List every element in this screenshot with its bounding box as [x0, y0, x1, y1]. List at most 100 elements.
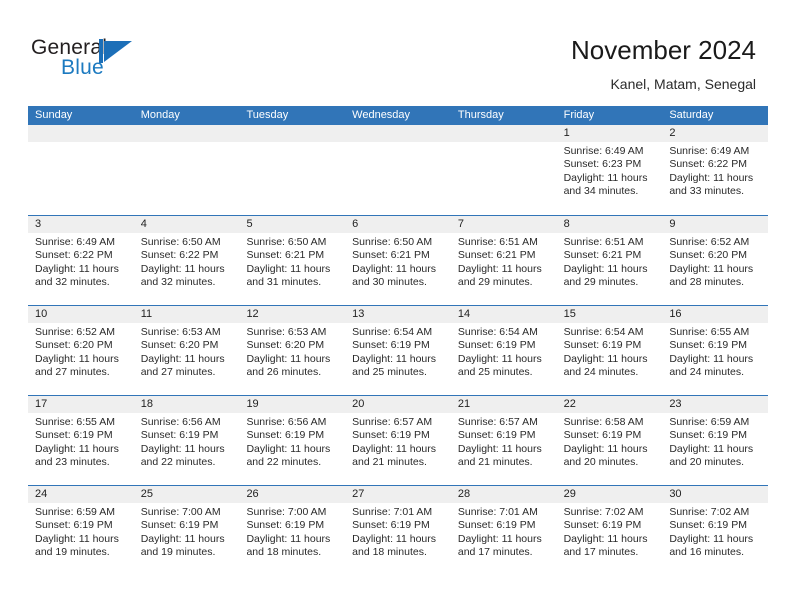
weekday-header-friday: Friday — [563, 109, 595, 121]
sunrise-text: Sunrise: 7:02 AM — [669, 506, 750, 518]
calendar-day-cell[interactable]: 16 Sunrise: 6:55 AM Sunset: 6:19 PM Dayligh… — [662, 306, 769, 395]
sunset-text: Sunset: 6:19 PM — [352, 339, 430, 352]
sunset-text: Sunset: 6:19 PM — [140, 519, 219, 532]
daylight-text-line2: and 22 minutes. — [140, 456, 216, 469]
calendar-day-cell[interactable]: 14 Sunrise: 6:54 AM Sunset: 6:19 PM Dayligh… — [450, 306, 557, 395]
calendar-day-cell[interactable]: 26 Sunrise: 7:00 AM Sunset: 6:19 PM Dayligh… — [239, 486, 346, 575]
day-number: 2 — [662, 125, 769, 142]
day-number: 6 — [345, 216, 451, 233]
sunrise-text: Sunrise: 6:51 AM — [563, 236, 644, 248]
calendar-day-cell[interactable]: 23 Sunrise: 6:59 AM Sunset: 6:19 PM Dayligh… — [662, 396, 769, 485]
daylight-text-line1: Daylight: 11 hours — [457, 262, 542, 275]
calendar-day-cell-empty — [345, 125, 451, 214]
sunrise-text: Sunrise: 6:53 AM — [246, 326, 327, 338]
daylight-text-line1: Daylight: 11 hours — [352, 442, 437, 455]
calendar-day-cell[interactable]: 13 Sunrise: 6:54 AM Sunset: 6:19 PM Dayligh… — [345, 306, 451, 395]
sunrise-text: Sunrise: 6:50 AM — [352, 236, 433, 248]
day-sun-info: Sunrise: 7:02 AM Sunset: 6:19 PM Daylight:… — [662, 503, 768, 560]
day-number: 16 — [662, 306, 769, 323]
daylight-text-line1: Daylight: 11 hours — [246, 532, 331, 545]
day-number: 13 — [345, 306, 451, 323]
daylight-text-line1: Daylight: 11 hours — [669, 532, 754, 545]
sunrise-text: Sunrise: 6:50 AM — [140, 236, 221, 248]
calendar-day-cell[interactable]: 9 Sunrise: 6:52 AM Sunset: 6:20 PM Daylight… — [662, 216, 769, 305]
day-number — [450, 125, 557, 142]
brand-logo[interactable]: General Blue — [31, 36, 161, 82]
sunrise-text: Sunrise: 6:55 AM — [35, 416, 115, 428]
calendar-day-cell[interactable]: 10 Sunrise: 6:52 AM Sunset: 6:20 PM Dayligh… — [28, 306, 134, 395]
day-sun-info: Sunrise: 6:56 AM Sunset: 6:19 PM Daylight:… — [239, 413, 345, 470]
calendar-day-cell[interactable]: 30 Sunrise: 7:02 AM Sunset: 6:19 PM Dayligh… — [662, 486, 769, 575]
daylight-text-line2: and 34 minutes. — [563, 185, 639, 198]
daylight-text-line1: Daylight: 11 hours — [35, 262, 119, 275]
daylight-text-line1: Daylight: 11 hours — [563, 171, 648, 184]
calendar-day-cell-empty — [239, 125, 346, 214]
sunrise-text: Sunrise: 6:50 AM — [246, 236, 327, 248]
daylight-text-line2: and 22 minutes. — [246, 456, 322, 469]
day-number: 23 — [662, 396, 769, 413]
sunrise-text: Sunrise: 7:01 AM — [457, 506, 538, 518]
day-number: 28 — [450, 486, 557, 503]
sunset-text: Sunset: 6:19 PM — [669, 429, 747, 442]
day-sun-info: Sunrise: 6:50 AM Sunset: 6:22 PM Daylight:… — [134, 233, 240, 290]
sunrise-text: Sunrise: 6:54 AM — [563, 326, 644, 338]
day-sun-info: Sunrise: 6:54 AM Sunset: 6:19 PM Daylight:… — [451, 323, 557, 380]
daylight-text-line1: Daylight: 11 hours — [35, 352, 119, 365]
calendar-day-cell[interactable]: 12 Sunrise: 6:53 AM Sunset: 6:20 PM Dayligh… — [239, 306, 346, 395]
calendar-day-cell-empty — [133, 125, 240, 214]
calendar-day-cell[interactable]: 15 Sunrise: 6:54 AM Sunset: 6:19 PM Dayligh… — [556, 306, 663, 395]
sunrise-text: Sunrise: 6:49 AM — [563, 145, 644, 157]
calendar-day-cell[interactable]: 7 Sunrise: 6:51 AM Sunset: 6:21 PM Daylight… — [450, 216, 557, 305]
sunset-text: Sunset: 6:19 PM — [457, 339, 536, 352]
daylight-text-line2: and 31 minutes. — [246, 276, 322, 289]
calendar-day-cell[interactable]: 21 Sunrise: 6:57 AM Sunset: 6:19 PM Dayligh… — [450, 396, 557, 485]
calendar-page: General Blue November 2024 Kanel, Matam,… — [0, 0, 792, 612]
calendar-day-cell[interactable]: 19 Sunrise: 6:56 AM Sunset: 6:19 PM Dayligh… — [239, 396, 346, 485]
weekday-header-sunday: Sunday — [35, 109, 73, 121]
calendar-day-cell[interactable]: 29 Sunrise: 7:02 AM Sunset: 6:19 PM Dayligh… — [556, 486, 663, 575]
daylight-text-line1: Daylight: 11 hours — [669, 171, 754, 184]
calendar-day-cell[interactable]: 17 Sunrise: 6:55 AM Sunset: 6:19 PM Dayligh… — [28, 396, 134, 485]
calendar-week-row: 24 Sunrise: 6:59 AM Sunset: 6:19 PM Dayligh… — [28, 485, 769, 575]
calendar-day-cell[interactable]: 28 Sunrise: 7:01 AM Sunset: 6:19 PM Dayligh… — [450, 486, 557, 575]
daylight-text-line2: and 25 minutes. — [352, 366, 427, 379]
day-number — [239, 125, 346, 142]
sunrise-text: Sunrise: 6:58 AM — [563, 416, 644, 428]
calendar-day-cell[interactable]: 24 Sunrise: 6:59 AM Sunset: 6:19 PM Dayligh… — [28, 486, 134, 575]
daylight-text-line2: and 17 minutes. — [563, 546, 639, 559]
day-sun-info: Sunrise: 6:55 AM Sunset: 6:19 PM Daylight:… — [28, 413, 134, 470]
sunrise-text: Sunrise: 6:49 AM — [35, 236, 115, 248]
day-number: 11 — [133, 306, 240, 323]
calendar-day-cell[interactable]: 8 Sunrise: 6:51 AM Sunset: 6:21 PM Daylight… — [556, 216, 663, 305]
daylight-text-line2: and 33 minutes. — [669, 185, 745, 198]
sunset-text: Sunset: 6:22 PM — [669, 158, 747, 171]
sunrise-text: Sunrise: 7:00 AM — [140, 506, 221, 518]
calendar-day-cell[interactable]: 18 Sunrise: 6:56 AM Sunset: 6:19 PM Dayligh… — [133, 396, 240, 485]
day-number: 15 — [556, 306, 663, 323]
weekday-header-saturday: Saturday — [669, 109, 714, 121]
day-sun-info: Sunrise: 6:53 AM Sunset: 6:20 PM Daylight:… — [134, 323, 240, 380]
day-number — [133, 125, 240, 142]
calendar-day-cell[interactable]: 11 Sunrise: 6:53 AM Sunset: 6:20 PM Dayligh… — [133, 306, 240, 395]
calendar-day-cell[interactable]: 5 Sunrise: 6:50 AM Sunset: 6:21 PM Daylight… — [239, 216, 346, 305]
calendar-day-cell[interactable]: 27 Sunrise: 7:01 AM Sunset: 6:19 PM Dayligh… — [345, 486, 451, 575]
daylight-text-line2: and 25 minutes. — [457, 366, 533, 379]
calendar-day-cell[interactable]: 4 Sunrise: 6:50 AM Sunset: 6:22 PM Daylight… — [133, 216, 240, 305]
calendar-day-cell[interactable]: 1 Sunrise: 6:49 AM Sunset: 6:23 PM Daylight… — [556, 125, 663, 214]
calendar-day-cell[interactable]: 3 Sunrise: 6:49 AM Sunset: 6:22 PM Daylight… — [28, 216, 134, 305]
day-sun-info: Sunrise: 6:54 AM Sunset: 6:19 PM Daylight:… — [557, 323, 663, 380]
sunrise-text: Sunrise: 7:00 AM — [246, 506, 327, 518]
calendar-day-cell[interactable]: 6 Sunrise: 6:50 AM Sunset: 6:21 PM Daylight… — [345, 216, 451, 305]
calendar-day-cell[interactable]: 22 Sunrise: 6:58 AM Sunset: 6:19 PM Dayligh… — [556, 396, 663, 485]
sunrise-text: Sunrise: 7:02 AM — [563, 506, 644, 518]
day-sun-info: Sunrise: 7:02 AM Sunset: 6:19 PM Daylight:… — [557, 503, 663, 560]
flag-triangle-icon — [99, 39, 133, 63]
calendar-day-cell[interactable]: 20 Sunrise: 6:57 AM Sunset: 6:19 PM Dayligh… — [345, 396, 451, 485]
calendar-day-cell[interactable]: 25 Sunrise: 7:00 AM Sunset: 6:19 PM Dayligh… — [133, 486, 240, 575]
daylight-text-line1: Daylight: 11 hours — [140, 442, 225, 455]
day-sun-info: Sunrise: 6:50 AM Sunset: 6:21 PM Daylight:… — [345, 233, 451, 290]
sunset-text: Sunset: 6:19 PM — [352, 429, 430, 442]
calendar-day-cell[interactable]: 2 Sunrise: 6:49 AM Sunset: 6:22 PM Daylight… — [662, 125, 769, 214]
sunrise-text: Sunrise: 6:54 AM — [352, 326, 433, 338]
daylight-text-line1: Daylight: 11 hours — [352, 352, 437, 365]
